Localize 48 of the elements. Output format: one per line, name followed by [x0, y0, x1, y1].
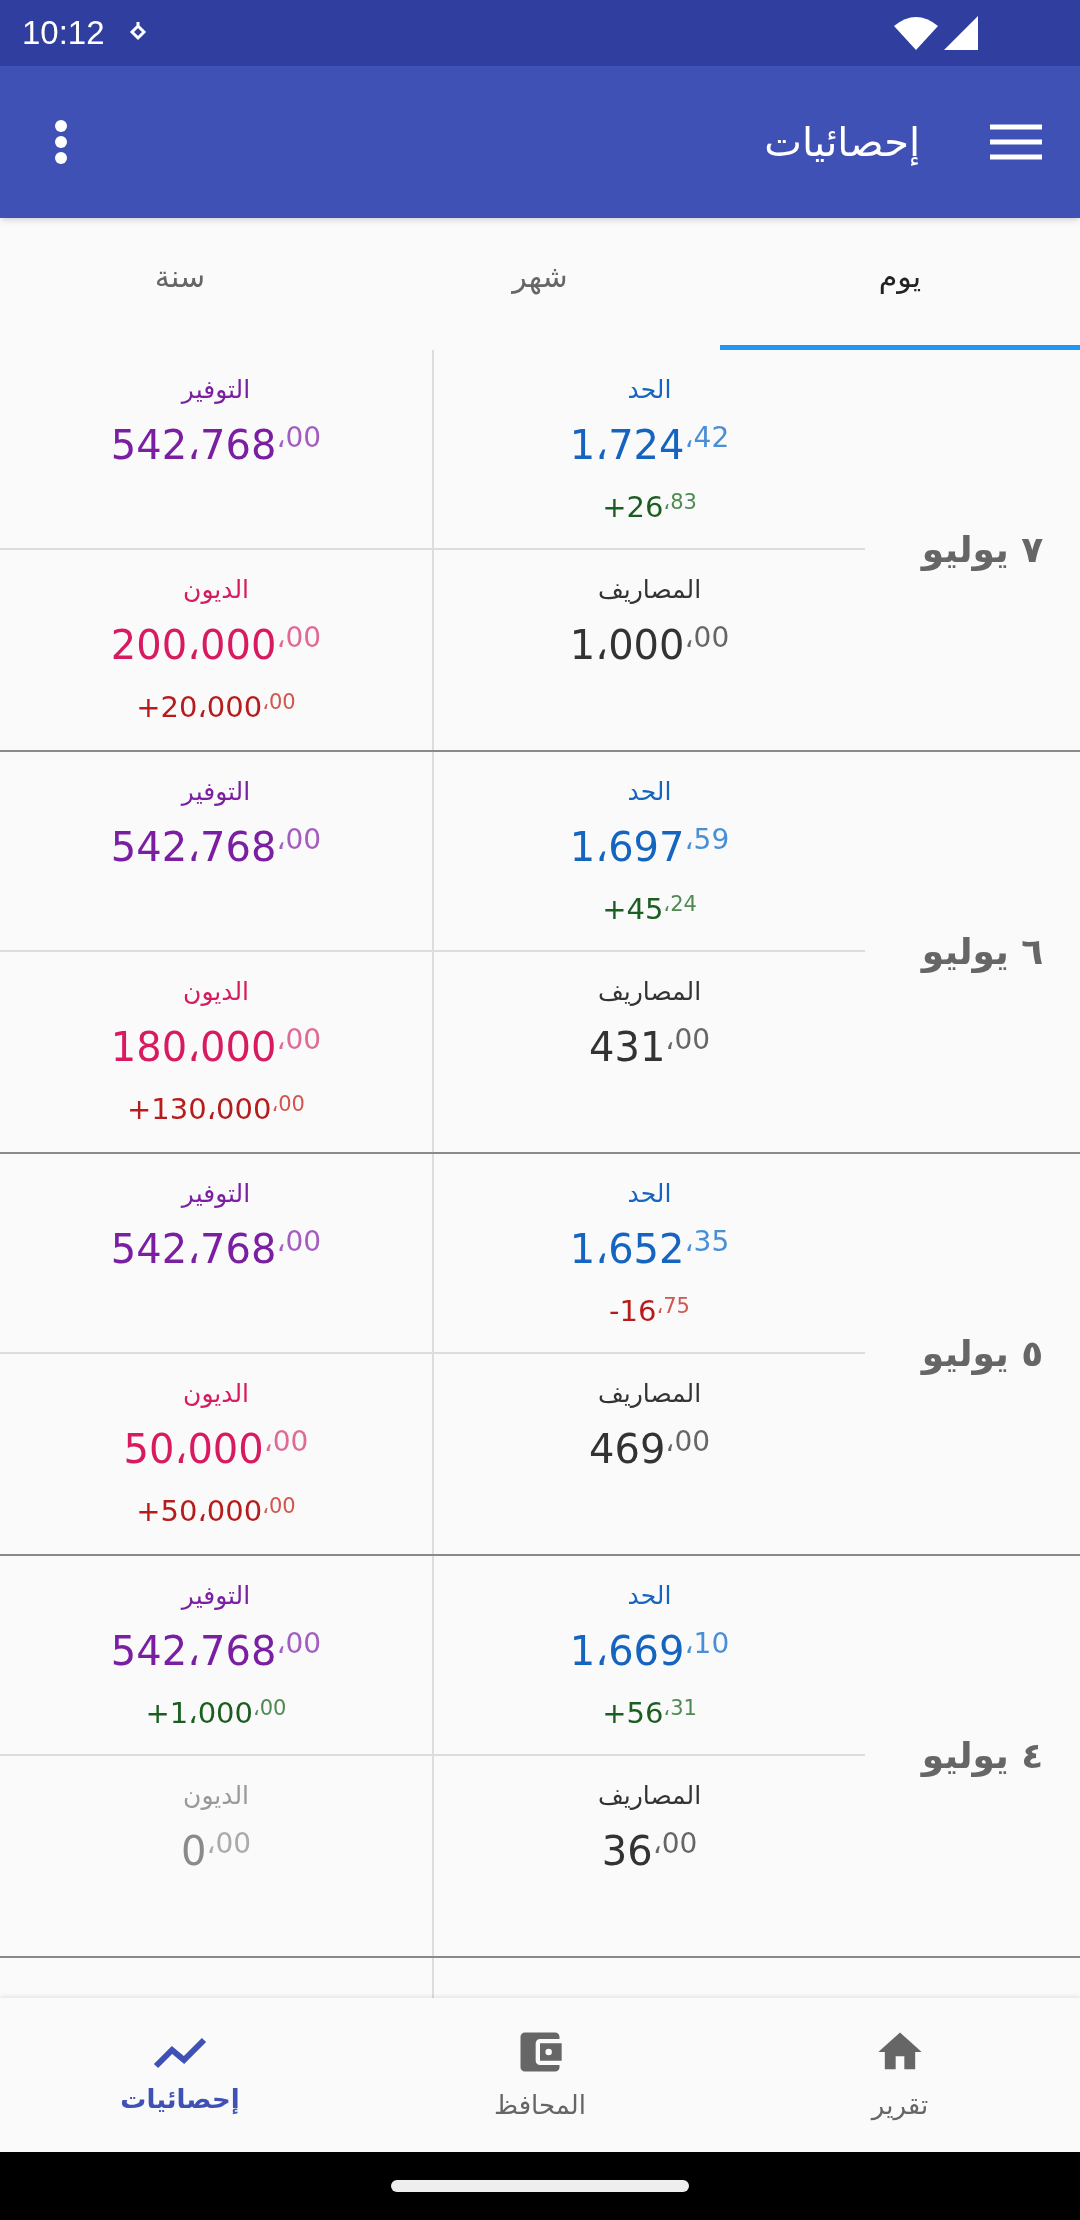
cell-label: التوفير: [181, 374, 251, 406]
cell-label: المصاريف: [597, 1378, 702, 1410]
amount: 1،669$^{،10}$: [569, 1626, 730, 1676]
amount: 1،697$^{،59}$: [569, 822, 730, 872]
more-options-icon[interactable]: [54, 120, 68, 164]
wifi-icon: [894, 16, 938, 50]
tab[interactable]: شهر: [360, 218, 720, 350]
change-amount: +50،000$^{،00}$: [136, 1493, 296, 1530]
amount: 542،768$^{،00}$: [110, 1626, 322, 1676]
cell-label: التوفير: [181, 1178, 251, 1210]
status-time: 10:12: [22, 13, 105, 54]
amount: 50،000$^{،00}$: [123, 1424, 309, 1474]
cell-label: الحد: [627, 776, 672, 808]
cell-label: المصاريف: [597, 976, 702, 1008]
cell-label: الديون: [183, 574, 249, 606]
cell-label: المصاريف: [597, 574, 702, 606]
menu-icon[interactable]: [990, 124, 1042, 160]
app-title: إحصائيات: [764, 118, 920, 168]
amount: 542،768$^{،00}$: [110, 420, 322, 470]
cell-label: التوفير: [181, 1580, 251, 1612]
nav-tab[interactable]: تقرير: [720, 1998, 1080, 2152]
nav-tab[interactable]: إحصائيات: [0, 1998, 360, 2152]
cell-label: الديون: [183, 1378, 249, 1410]
change-amount: +130،000$^{،00}$: [127, 1091, 305, 1128]
amount: 542،768$^{،00}$: [110, 822, 322, 872]
day-date: ٤ يوليو: [919, 1734, 1044, 1779]
tab[interactable]: سنة: [0, 218, 360, 350]
amount: 180،000$^{،00}$: [110, 1022, 322, 1072]
cell-label: المصاريف: [597, 1780, 702, 1812]
amount: 542،768$^{،00}$: [110, 1224, 322, 1274]
change-amount: +1،000$^{،00}$: [145, 1695, 287, 1732]
day-date: ٧ يوليو: [919, 528, 1044, 573]
cell-label: الديون: [183, 976, 249, 1008]
change-amount: +20،000$^{،00}$: [136, 689, 296, 726]
day-date: ٦ يوليو: [919, 930, 1044, 975]
amount: 1،000$^{،00}$: [569, 620, 730, 670]
amount: 1،724$^{،42}$: [569, 420, 730, 470]
day-date: ٥ يوليو: [919, 1332, 1044, 1377]
cell-label: الحد: [627, 1178, 672, 1210]
amount: 200،000$^{،00}$: [110, 620, 322, 670]
signal-icon: [944, 16, 978, 50]
amount: 1،652$^{،35}$: [569, 1224, 730, 1274]
cell-label: الديون: [183, 1780, 249, 1812]
cell-label: التوفير: [181, 776, 251, 808]
cell-label: الحد: [627, 1580, 672, 1612]
nav-tab[interactable]: المحافظ: [360, 1998, 720, 2152]
tab[interactable]: يوم: [720, 218, 1080, 350]
cell-label: الحد: [627, 374, 672, 406]
